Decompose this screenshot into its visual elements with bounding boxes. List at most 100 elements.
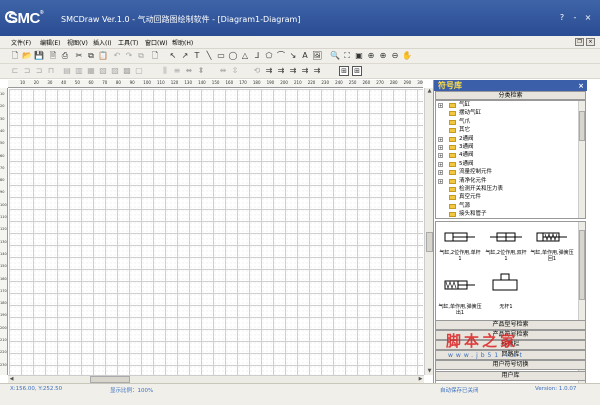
title-block-button[interactable]: 标题栏 bbox=[435, 340, 586, 350]
connect-1-icon[interactable]: ⇉ bbox=[264, 66, 274, 76]
align-top-icon[interactable]: ⊓ bbox=[46, 66, 56, 76]
horizontal-scroll-thumb[interactable] bbox=[90, 376, 130, 383]
zoom-fit-icon[interactable]: ⛶ bbox=[342, 51, 352, 61]
zoom-tool-icon[interactable]: 🔍 bbox=[330, 51, 340, 61]
zoom-page-icon[interactable]: ▣ bbox=[354, 51, 364, 61]
hand-pan-icon[interactable]: ✋ bbox=[402, 51, 412, 61]
tree-scroll-thumb[interactable] bbox=[579, 111, 585, 141]
symbol-item[interactable]: 气缸,2位作用,单杆1 bbox=[438, 230, 482, 270]
zoom-out-icon[interactable]: ⊖ bbox=[390, 51, 400, 61]
scroll-right-icon[interactable]: ▶ bbox=[417, 376, 424, 383]
lock-icon[interactable]: ▢ bbox=[134, 66, 144, 76]
menu-window[interactable]: 窗口(W) bbox=[145, 38, 168, 47]
edit-points-icon[interactable]: ↗ bbox=[180, 51, 190, 61]
scroll-down-icon[interactable]: ▼ bbox=[426, 368, 433, 375]
product-model-search-button[interactable]: 产品型号检索 bbox=[435, 320, 586, 330]
expand-icon[interactable]: + bbox=[438, 145, 443, 150]
expand-icon[interactable]: + bbox=[438, 136, 443, 142]
menu-help[interactable]: 帮助(H) bbox=[172, 38, 193, 47]
group-icon[interactable]: ▨ bbox=[110, 66, 120, 76]
backward-icon[interactable]: ▧ bbox=[98, 66, 108, 76]
horizontal-scrollbar[interactable]: ◀ ▶ bbox=[8, 375, 424, 383]
zoom-in-icon[interactable]: ⊕ bbox=[378, 51, 388, 61]
help-button[interactable]: ? bbox=[558, 13, 566, 22]
same-width-icon[interactable]: ⬌ bbox=[184, 66, 194, 76]
align-center-icon[interactable]: ⊐ bbox=[22, 66, 32, 76]
print-preview-icon[interactable]: 🗎 bbox=[48, 51, 58, 61]
rectangle-tool-icon[interactable]: ▭ bbox=[216, 51, 226, 61]
bring-front-icon[interactable]: ▤ bbox=[62, 66, 72, 76]
symbol-item[interactable]: 气缸,2位作用,双杆1 bbox=[484, 230, 528, 270]
expand-icon[interactable]: + bbox=[438, 170, 443, 176]
select-pointer-icon[interactable]: ↖ bbox=[168, 51, 178, 61]
close-button[interactable]: × bbox=[584, 13, 592, 22]
user-symbol-switch-button[interactable]: 用户符号切换 bbox=[435, 360, 586, 370]
scroll-up-icon[interactable]: ▲ bbox=[426, 88, 433, 95]
rotate-left-icon[interactable]: ⟲ bbox=[252, 66, 262, 76]
forward-icon[interactable]: ▦ bbox=[86, 66, 96, 76]
mdi-restore-button[interactable]: ❐ bbox=[575, 38, 584, 46]
distribute-v-icon[interactable]: ≡ bbox=[172, 66, 182, 76]
redo-icon[interactable]: ↷ bbox=[124, 51, 134, 61]
menu-file[interactable]: 文件(F) bbox=[11, 38, 31, 47]
arc-tool-icon[interactable]: ⌒ bbox=[276, 51, 286, 61]
menu-edit[interactable]: 编辑(E) bbox=[40, 38, 60, 47]
product-symbol-search-button[interactable]: 产品符号检索 bbox=[435, 330, 586, 340]
scroll-left-icon[interactable]: ◀ bbox=[8, 376, 15, 383]
ungroup-icon[interactable]: ▩ bbox=[122, 66, 132, 76]
user-library-button[interactable]: 用户库 bbox=[435, 371, 586, 381]
arrow-tool-icon[interactable]: ↘ bbox=[288, 51, 298, 61]
page-icon[interactable]: 🗋 bbox=[150, 51, 160, 61]
expand-icon[interactable]: + bbox=[438, 153, 443, 159]
menu-insert[interactable]: 插入(I) bbox=[93, 38, 111, 47]
polyline-tool-icon[interactable]: ⅃ bbox=[252, 51, 262, 61]
send-back-icon[interactable]: ▥ bbox=[74, 66, 84, 76]
ellipse-tool-icon[interactable]: ◯ bbox=[228, 51, 238, 61]
print-icon[interactable]: ⎙ bbox=[60, 51, 70, 61]
minimize-button[interactable]: - bbox=[571, 13, 579, 22]
new-file-icon[interactable]: 🗋 bbox=[10, 51, 20, 61]
triangle-tool-icon[interactable]: △ bbox=[240, 51, 250, 61]
connect-3-icon[interactable]: ⇉ bbox=[288, 66, 298, 76]
vertical-scroll-thumb[interactable] bbox=[426, 232, 433, 252]
vertical-scrollbar[interactable]: ▲ ▼ bbox=[424, 88, 433, 375]
open-folder-icon[interactable]: 📂 bbox=[22, 51, 32, 61]
polygon-tool-icon[interactable]: ⬠ bbox=[264, 51, 274, 61]
connect-4-icon[interactable]: ⇉ bbox=[300, 66, 310, 76]
distribute-h-icon[interactable]: ⫼ bbox=[160, 66, 170, 76]
connect-5-icon[interactable]: ⇉ bbox=[312, 66, 322, 76]
flip-v-icon[interactable]: ⇳ bbox=[230, 66, 240, 76]
snap-grid-icon[interactable]: ⊞ bbox=[352, 66, 362, 76]
flip-h-icon[interactable]: ⇹ bbox=[218, 66, 228, 76]
same-height-icon[interactable]: ⬍ bbox=[196, 66, 206, 76]
expand-icon[interactable]: + bbox=[438, 178, 443, 184]
symbol-item[interactable]: 气缸,单作用,弹簧压出1 bbox=[438, 278, 482, 318]
expand-icon[interactable]: + bbox=[438, 161, 443, 167]
copy-format-icon[interactable]: ⧉ bbox=[136, 51, 146, 61]
expand-icon[interactable]: + bbox=[438, 103, 443, 108]
undo-icon[interactable]: ↶ bbox=[112, 51, 122, 61]
menu-tools[interactable]: 工具(T) bbox=[118, 38, 138, 47]
symbol-item[interactable]: 无杆1 bbox=[484, 272, 528, 312]
menu-view[interactable]: 视图(V) bbox=[67, 38, 88, 47]
symbol-item[interactable]: 气缸,单作用,弹簧压回1 bbox=[530, 230, 574, 270]
save-icon[interactable]: 💾 bbox=[34, 51, 44, 61]
grid-toggle-icon[interactable]: ⊞ bbox=[339, 66, 349, 76]
align-left-icon[interactable]: ⊏ bbox=[10, 66, 20, 76]
category-search-header[interactable]: 分类检索 bbox=[435, 91, 586, 100]
circuit-library-button[interactable]: 回路库 bbox=[435, 350, 586, 360]
align-right-icon[interactable]: ⊐ bbox=[34, 66, 44, 76]
preview-scroll-thumb[interactable] bbox=[579, 230, 585, 300]
tree-scrollbar[interactable] bbox=[578, 101, 585, 218]
mdi-close-button[interactable]: × bbox=[586, 38, 595, 46]
drawing-grid[interactable] bbox=[9, 89, 423, 375]
image-tool-icon[interactable]: 🖼 bbox=[312, 51, 322, 61]
paste-icon[interactable]: 📋 bbox=[98, 51, 108, 61]
zoom-width-icon[interactable]: ⊕ bbox=[366, 51, 376, 61]
cut-icon[interactable]: ✂ bbox=[74, 51, 84, 61]
line-tool-icon[interactable]: ╲ bbox=[204, 51, 214, 61]
copy-icon[interactable]: ⧉ bbox=[86, 51, 96, 61]
label-tool-icon[interactable]: A bbox=[300, 51, 310, 61]
connect-2-icon[interactable]: ⇉ bbox=[276, 66, 286, 76]
text-tool-icon[interactable]: T bbox=[192, 51, 202, 61]
